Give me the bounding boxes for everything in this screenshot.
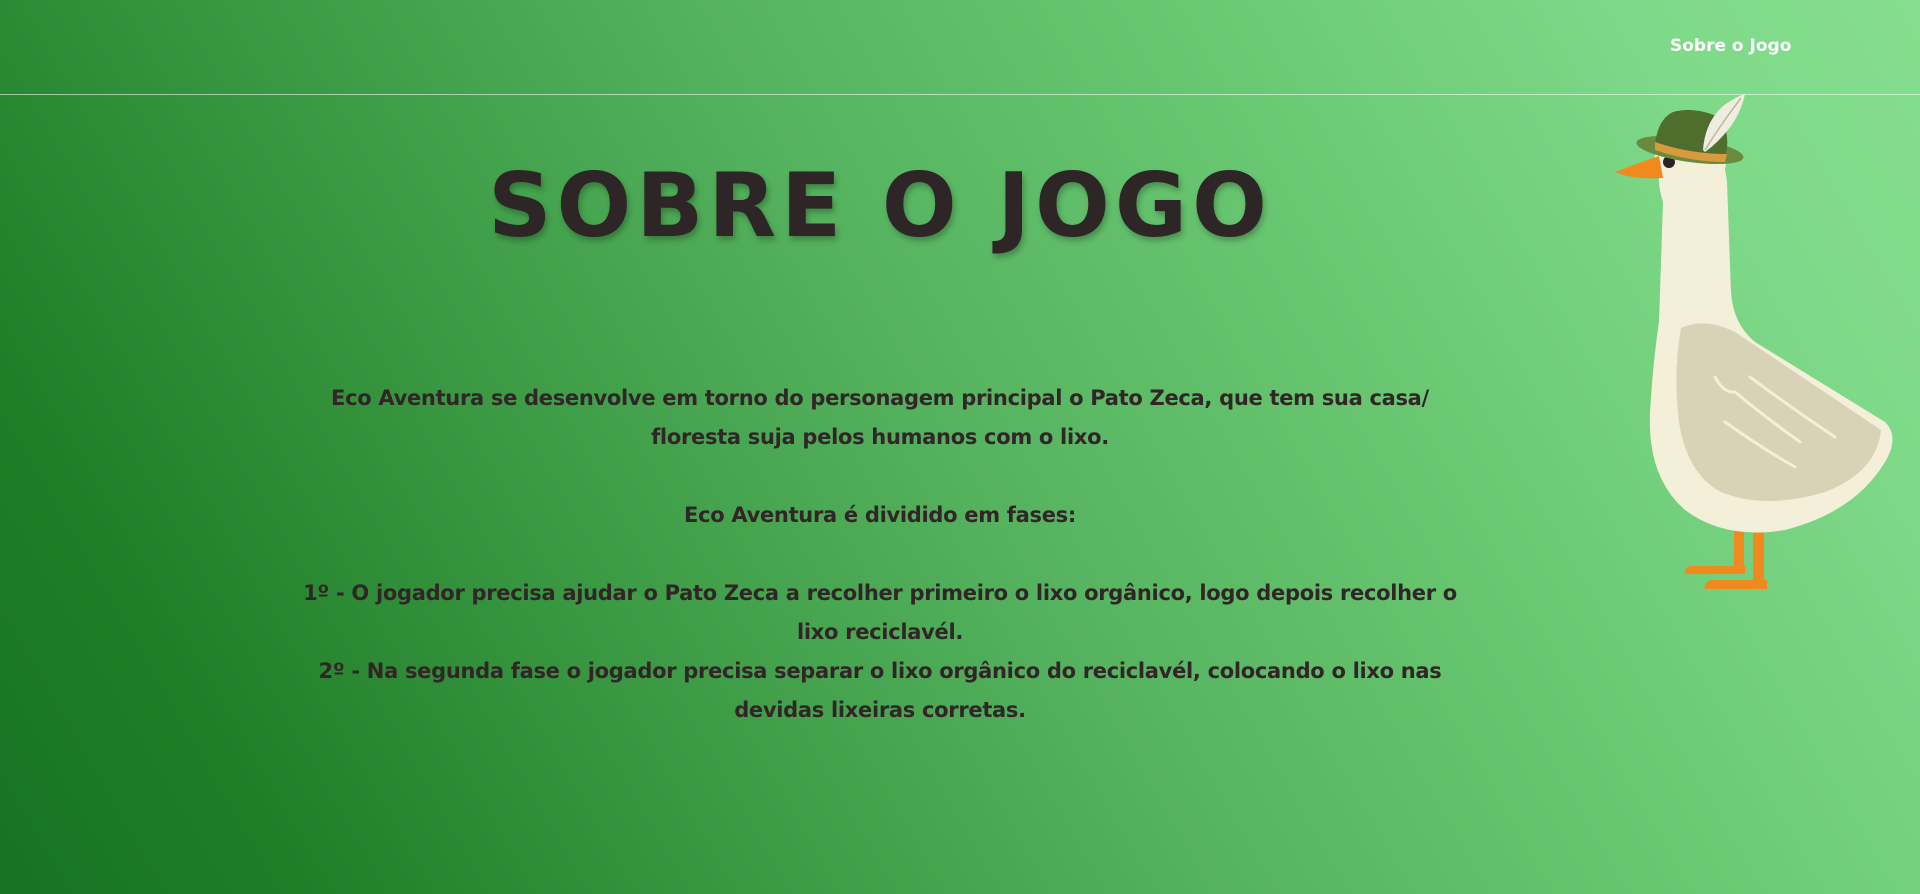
phases-heading: Eco Aventura é dividido em fases: (684, 503, 1076, 527)
page-title: SOBRE O JOGO (488, 154, 1272, 257)
nav-link-sobre-o-jogo[interactable]: Sobre o Jogo (1670, 36, 1791, 56)
phase-1-text: 1º - O jogador precisa ajudar o Pato Zec… (303, 581, 1457, 644)
goose-with-hat-icon (1615, 94, 1893, 589)
intro-paragraph: Eco Aventura se desenvolve em torno do p… (331, 386, 1429, 449)
goose-beak (1615, 156, 1663, 179)
phase-2-text: 2º - Na segunda fase o jogador precisa s… (318, 659, 1442, 722)
goose-illustration (1555, 92, 1905, 604)
about-content: Eco Aventura se desenvolve em torno do p… (300, 379, 1460, 730)
top-navbar: Sobre o Jogo (0, 0, 1920, 95)
goose-legs (1684, 528, 1767, 589)
goose-wing (1676, 323, 1881, 501)
